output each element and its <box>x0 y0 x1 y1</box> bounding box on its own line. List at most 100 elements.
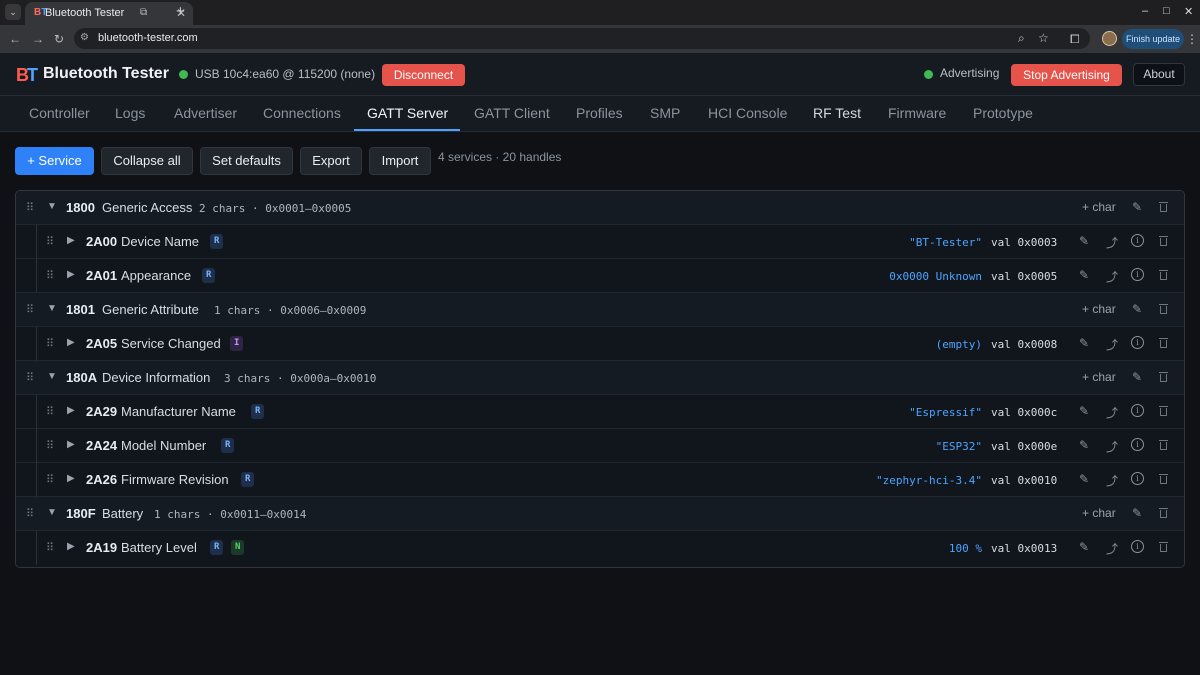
profile-avatar[interactable] <box>1102 31 1117 46</box>
new-tab-icon[interactable]: + <box>176 3 185 20</box>
delete-icon[interactable] <box>1159 338 1168 348</box>
tab-firmware[interactable]: Firmware <box>888 105 946 121</box>
drag-handle-icon[interactable]: ⠿ <box>26 303 34 316</box>
edit-icon[interactable]: ✎ <box>1079 234 1089 248</box>
characteristic-row[interactable]: ⠿ ▶ 2A19 Battery Level R N 100 % val 0x0… <box>16 531 1184 565</box>
notify-icon[interactable]: ⤴ <box>1106 268 1118 285</box>
collapse-caret-icon[interactable]: ▼ <box>47 371 57 382</box>
characteristic-row[interactable]: ⠿ ▶ 2A00 Device Name R "BT-Tester" val 0… <box>16 225 1184 259</box>
notify-icon[interactable]: ⤴ <box>1106 540 1118 557</box>
info-icon[interactable]: i <box>1131 234 1144 247</box>
delete-icon[interactable] <box>1159 406 1168 416</box>
expand-caret-icon[interactable]: ▶ <box>67 473 75 484</box>
url-text[interactable]: bluetooth-tester.com <box>98 32 198 44</box>
drag-handle-icon[interactable]: ⠿ <box>46 473 54 486</box>
tab-profiles[interactable]: Profiles <box>576 105 623 121</box>
drag-handle-icon[interactable]: ⠿ <box>26 201 34 214</box>
browser-menu-icon[interactable]: ⋮ <box>1186 32 1198 46</box>
tab-rf-test[interactable]: RF Test <box>813 105 861 121</box>
char-value[interactable]: (empty) <box>936 338 982 351</box>
characteristic-row[interactable]: ⠿ ▶ 2A01 Appearance R 0x0000 Unknown val… <box>16 259 1184 293</box>
close-window-icon[interactable]: ✕ <box>1184 5 1193 18</box>
info-icon[interactable]: i <box>1131 540 1144 553</box>
tab-hci-console[interactable]: HCI Console <box>708 105 787 121</box>
edit-icon[interactable]: ✎ <box>1079 438 1089 452</box>
expand-caret-icon[interactable]: ▶ <box>67 405 75 416</box>
char-value[interactable]: "Espressif" <box>909 406 982 419</box>
edit-icon[interactable]: ✎ <box>1079 540 1089 554</box>
tab-connections[interactable]: Connections <box>263 105 341 121</box>
browser-tab[interactable]: BT Bluetooth Tester ⧉ ✕ <box>25 2 193 25</box>
tab-gatt-client[interactable]: GATT Client <box>474 105 550 121</box>
notify-icon[interactable]: ⤴ <box>1106 404 1118 421</box>
expand-caret-icon[interactable]: ▶ <box>67 269 75 280</box>
edit-icon[interactable]: ✎ <box>1132 302 1142 316</box>
tab-search-chevron-icon[interactable]: ⌄ <box>5 4 21 20</box>
info-icon[interactable]: i <box>1131 336 1144 349</box>
edit-icon[interactable]: ✎ <box>1132 506 1142 520</box>
edit-icon[interactable]: ✎ <box>1132 200 1142 214</box>
notify-icon[interactable]: ⤴ <box>1106 336 1118 353</box>
service-row[interactable]: ⠿ ▼ 1801 Generic Attribute 1 chars · 0x0… <box>16 293 1184 327</box>
characteristic-row[interactable]: ⠿ ▶ 2A29 Manufacturer Name R "Espressif"… <box>16 395 1184 429</box>
drag-handle-icon[interactable]: ⠿ <box>46 235 54 248</box>
extensions-icon[interactable]: ⧠ <box>1070 32 1080 47</box>
char-value[interactable]: "zephyr-hci-3.4" <box>876 474 982 487</box>
finish-update-button[interactable]: Finish update <box>1122 29 1184 49</box>
drag-handle-icon[interactable]: ⠿ <box>46 405 54 418</box>
tab-controller[interactable]: Controller <box>29 105 90 121</box>
add-char-button[interactable]: + char <box>1082 302 1116 316</box>
characteristic-row[interactable]: ⠿ ▶ 2A26 Firmware Revision R "zephyr-hci… <box>16 463 1184 497</box>
site-info-icon[interactable]: ⚙ <box>80 32 89 43</box>
edit-icon[interactable]: ✎ <box>1079 404 1089 418</box>
delete-icon[interactable] <box>1159 542 1168 552</box>
info-icon[interactable]: i <box>1131 404 1144 417</box>
add-char-button[interactable]: + char <box>1082 506 1116 520</box>
set-defaults-button[interactable]: Set defaults <box>200 147 293 175</box>
notify-icon[interactable]: ⤴ <box>1106 234 1118 251</box>
info-icon[interactable]: i <box>1131 472 1144 485</box>
back-icon[interactable]: ← <box>9 32 21 46</box>
delete-icon[interactable] <box>1159 372 1168 382</box>
tab-prototype[interactable]: Prototype <box>973 105 1033 121</box>
add-char-button[interactable]: + char <box>1082 370 1116 384</box>
disconnect-button[interactable]: Disconnect <box>382 64 465 86</box>
reload-icon[interactable]: ↻ <box>54 32 64 46</box>
collapse-caret-icon[interactable]: ▼ <box>47 201 57 212</box>
add-service-button[interactable]: + Service <box>15 147 94 175</box>
bookmark-star-icon[interactable]: ☆ <box>1038 31 1049 45</box>
info-icon[interactable]: i <box>1131 268 1144 281</box>
char-value[interactable]: 0x0000 Unknown <box>889 270 982 283</box>
tab-logs[interactable]: Logs <box>115 105 145 121</box>
import-button[interactable]: Import <box>369 147 431 175</box>
notify-icon[interactable]: ⤴ <box>1106 472 1118 489</box>
delete-icon[interactable] <box>1159 270 1168 280</box>
expand-caret-icon[interactable]: ▶ <box>67 439 75 450</box>
about-button[interactable]: About <box>1133 63 1185 86</box>
char-value[interactable]: "ESP32" <box>936 440 982 453</box>
expand-caret-icon[interactable]: ▶ <box>67 235 75 246</box>
collapse-caret-icon[interactable]: ▼ <box>47 303 57 314</box>
char-value[interactable]: 100 % <box>949 542 982 555</box>
notify-icon[interactable]: ⤴ <box>1106 438 1118 455</box>
service-row[interactable]: ⠿ ▼ 180F Battery 1 chars · 0x0011–0x0014… <box>16 497 1184 531</box>
tab-gatt-server[interactable]: GATT Server <box>367 105 448 121</box>
info-icon[interactable]: i <box>1131 438 1144 451</box>
drag-handle-icon[interactable]: ⠿ <box>46 541 54 554</box>
delete-icon[interactable] <box>1159 508 1168 518</box>
stop-advertising-button[interactable]: Stop Advertising <box>1011 64 1122 86</box>
edit-icon[interactable]: ✎ <box>1079 472 1089 486</box>
tab-advertiser[interactable]: Advertiser <box>174 105 237 121</box>
edit-icon[interactable]: ✎ <box>1079 336 1089 350</box>
drag-handle-icon[interactable]: ⠿ <box>46 337 54 350</box>
drag-handle-icon[interactable]: ⠿ <box>46 439 54 452</box>
drag-handle-icon[interactable]: ⠿ <box>26 371 34 384</box>
delete-icon[interactable] <box>1159 474 1168 484</box>
zoom-icon[interactable]: ⌕ <box>1018 31 1025 46</box>
address-bar[interactable]: ⚙ bluetooth-tester.com ⌕ ☆ <box>74 28 1090 49</box>
edit-icon[interactable]: ✎ <box>1079 268 1089 282</box>
minimize-icon[interactable]: – <box>1142 5 1148 17</box>
delete-icon[interactable] <box>1159 304 1168 314</box>
collapse-all-button[interactable]: Collapse all <box>101 147 193 175</box>
char-value[interactable]: "BT-Tester" <box>909 236 982 249</box>
